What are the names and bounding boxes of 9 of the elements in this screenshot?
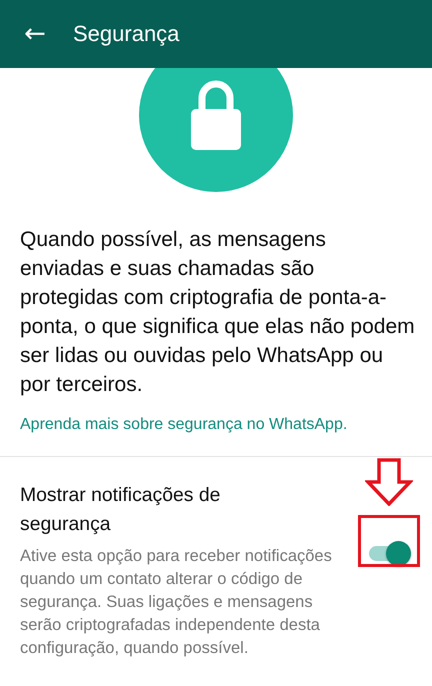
screen-title: Segurança	[73, 21, 180, 47]
setting-title: Mostrar notificações de segurança	[20, 483, 222, 537]
toggle-switch[interactable]	[366, 540, 410, 566]
learn-more-link[interactable]: Aprenda mais sobre segurança no WhatsApp.	[20, 416, 412, 434]
setting-description: Ative esta opção para receber notificações quando um contato alterar o código de segurança. Suas ligações e mensagens serão criptografadas independente desta configuração, quando possível.	[20, 546, 333, 659]
description-text: Quando possível, as mensagens enviadas e suas chamadas são protegidas com criptografia de ponta-a-ponta, o que significa que elas não podem ser lidas ou ouvidas pelo WhatsApp ou por terceiros.	[20, 227, 415, 398]
highlight-box	[358, 515, 420, 567]
arrow-annotation	[365, 458, 413, 506]
back-button[interactable]: ←	[21, 21, 49, 47]
